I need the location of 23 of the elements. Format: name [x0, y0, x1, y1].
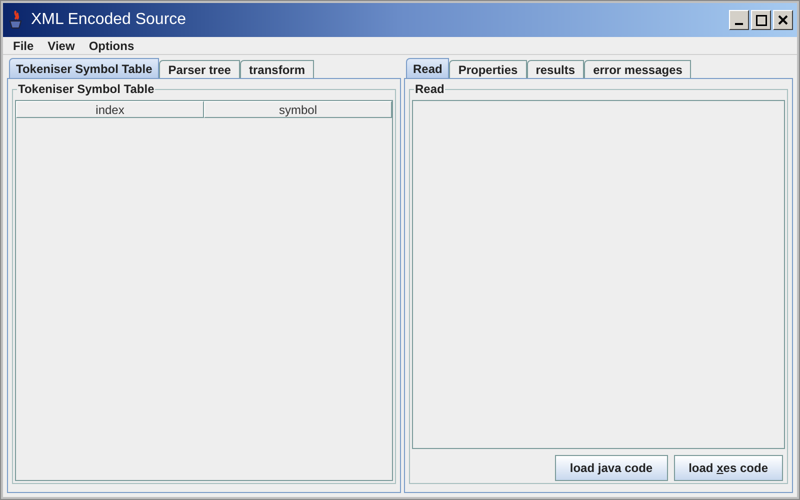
column-header[interactable]: index: [16, 101, 204, 118]
minimize-button[interactable]: [729, 10, 749, 30]
load-button[interactable]: load xes code: [674, 455, 783, 481]
tab[interactable]: error messages: [584, 60, 692, 78]
menu-item[interactable]: View: [48, 36, 75, 54]
tab[interactable]: Read: [406, 58, 450, 78]
menu-item[interactable]: File: [13, 36, 34, 54]
tab[interactable]: Parser tree: [159, 60, 240, 78]
menu-item[interactable]: Options: [88, 36, 134, 54]
group-title: Read: [414, 82, 446, 96]
group-title: Tokeniser Symbol Table: [17, 82, 156, 96]
tab[interactable]: Properties: [449, 60, 527, 78]
window-title: XML Encoded Source: [31, 10, 186, 30]
maximize-icon: [756, 14, 766, 26]
load-button[interactable]: load java code: [554, 455, 668, 481]
column-header[interactable]: symbol: [204, 101, 392, 118]
tab[interactable]: transform: [240, 60, 314, 78]
tab[interactable]: Tokeniser Symbol Table: [9, 58, 160, 78]
close-icon: [778, 15, 788, 25]
tab[interactable]: results: [526, 60, 584, 78]
minimize-icon: [735, 23, 743, 25]
close-button[interactable]: [773, 10, 793, 30]
maximize-button[interactable]: [751, 10, 771, 30]
